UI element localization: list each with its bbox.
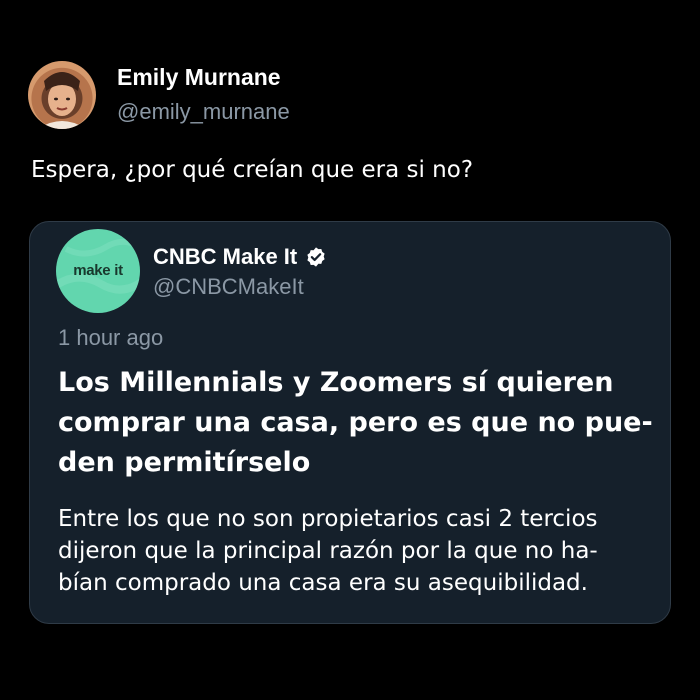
headline-line: Los Millennials y Zoomers sí quieren (58, 367, 614, 398)
card-headline: Los Millennials y Zoomers sí quieren com… (58, 363, 658, 483)
author-name[interactable]: Emily Murnane (117, 64, 281, 91)
card-author-name[interactable]: CNBC Make It (153, 244, 297, 270)
verified-badge-icon (307, 247, 325, 267)
body-line: Entre los que no son propietarios casi 2… (58, 506, 598, 532)
card-author-handle[interactable]: @CNBCMakeIt (153, 274, 304, 300)
card-author-row: CNBC Make It (153, 244, 327, 270)
headline-line: comprar una casa, pero es que no pue- (58, 407, 653, 438)
body-line: bían comprado una casa era su asequibili… (58, 570, 588, 596)
profile-photo-icon (38, 72, 86, 129)
tweet: Emily Murnane @emily_murnane Espera, ¿po… (0, 0, 700, 700)
logo-text: make it (73, 262, 123, 279)
tweet-text: Espera, ¿por qué creían que era si no? (31, 157, 474, 183)
card-timestamp: 1 hour ago (58, 325, 164, 350)
author-handle[interactable]: @emily_murnane (117, 99, 290, 125)
quoted-tweet-card[interactable]: make it CNBC Make It @CNBCMakeIt 1 hour … (29, 221, 671, 624)
avatar[interactable] (28, 61, 96, 129)
card-body-text: Entre los que no son propietarios casi 2… (58, 503, 658, 599)
headline-line: den permitírselo (58, 447, 311, 478)
body-line: dijeron que la principal razón por la qu… (58, 538, 598, 564)
cnbc-make-it-logo[interactable]: make it (56, 229, 140, 313)
